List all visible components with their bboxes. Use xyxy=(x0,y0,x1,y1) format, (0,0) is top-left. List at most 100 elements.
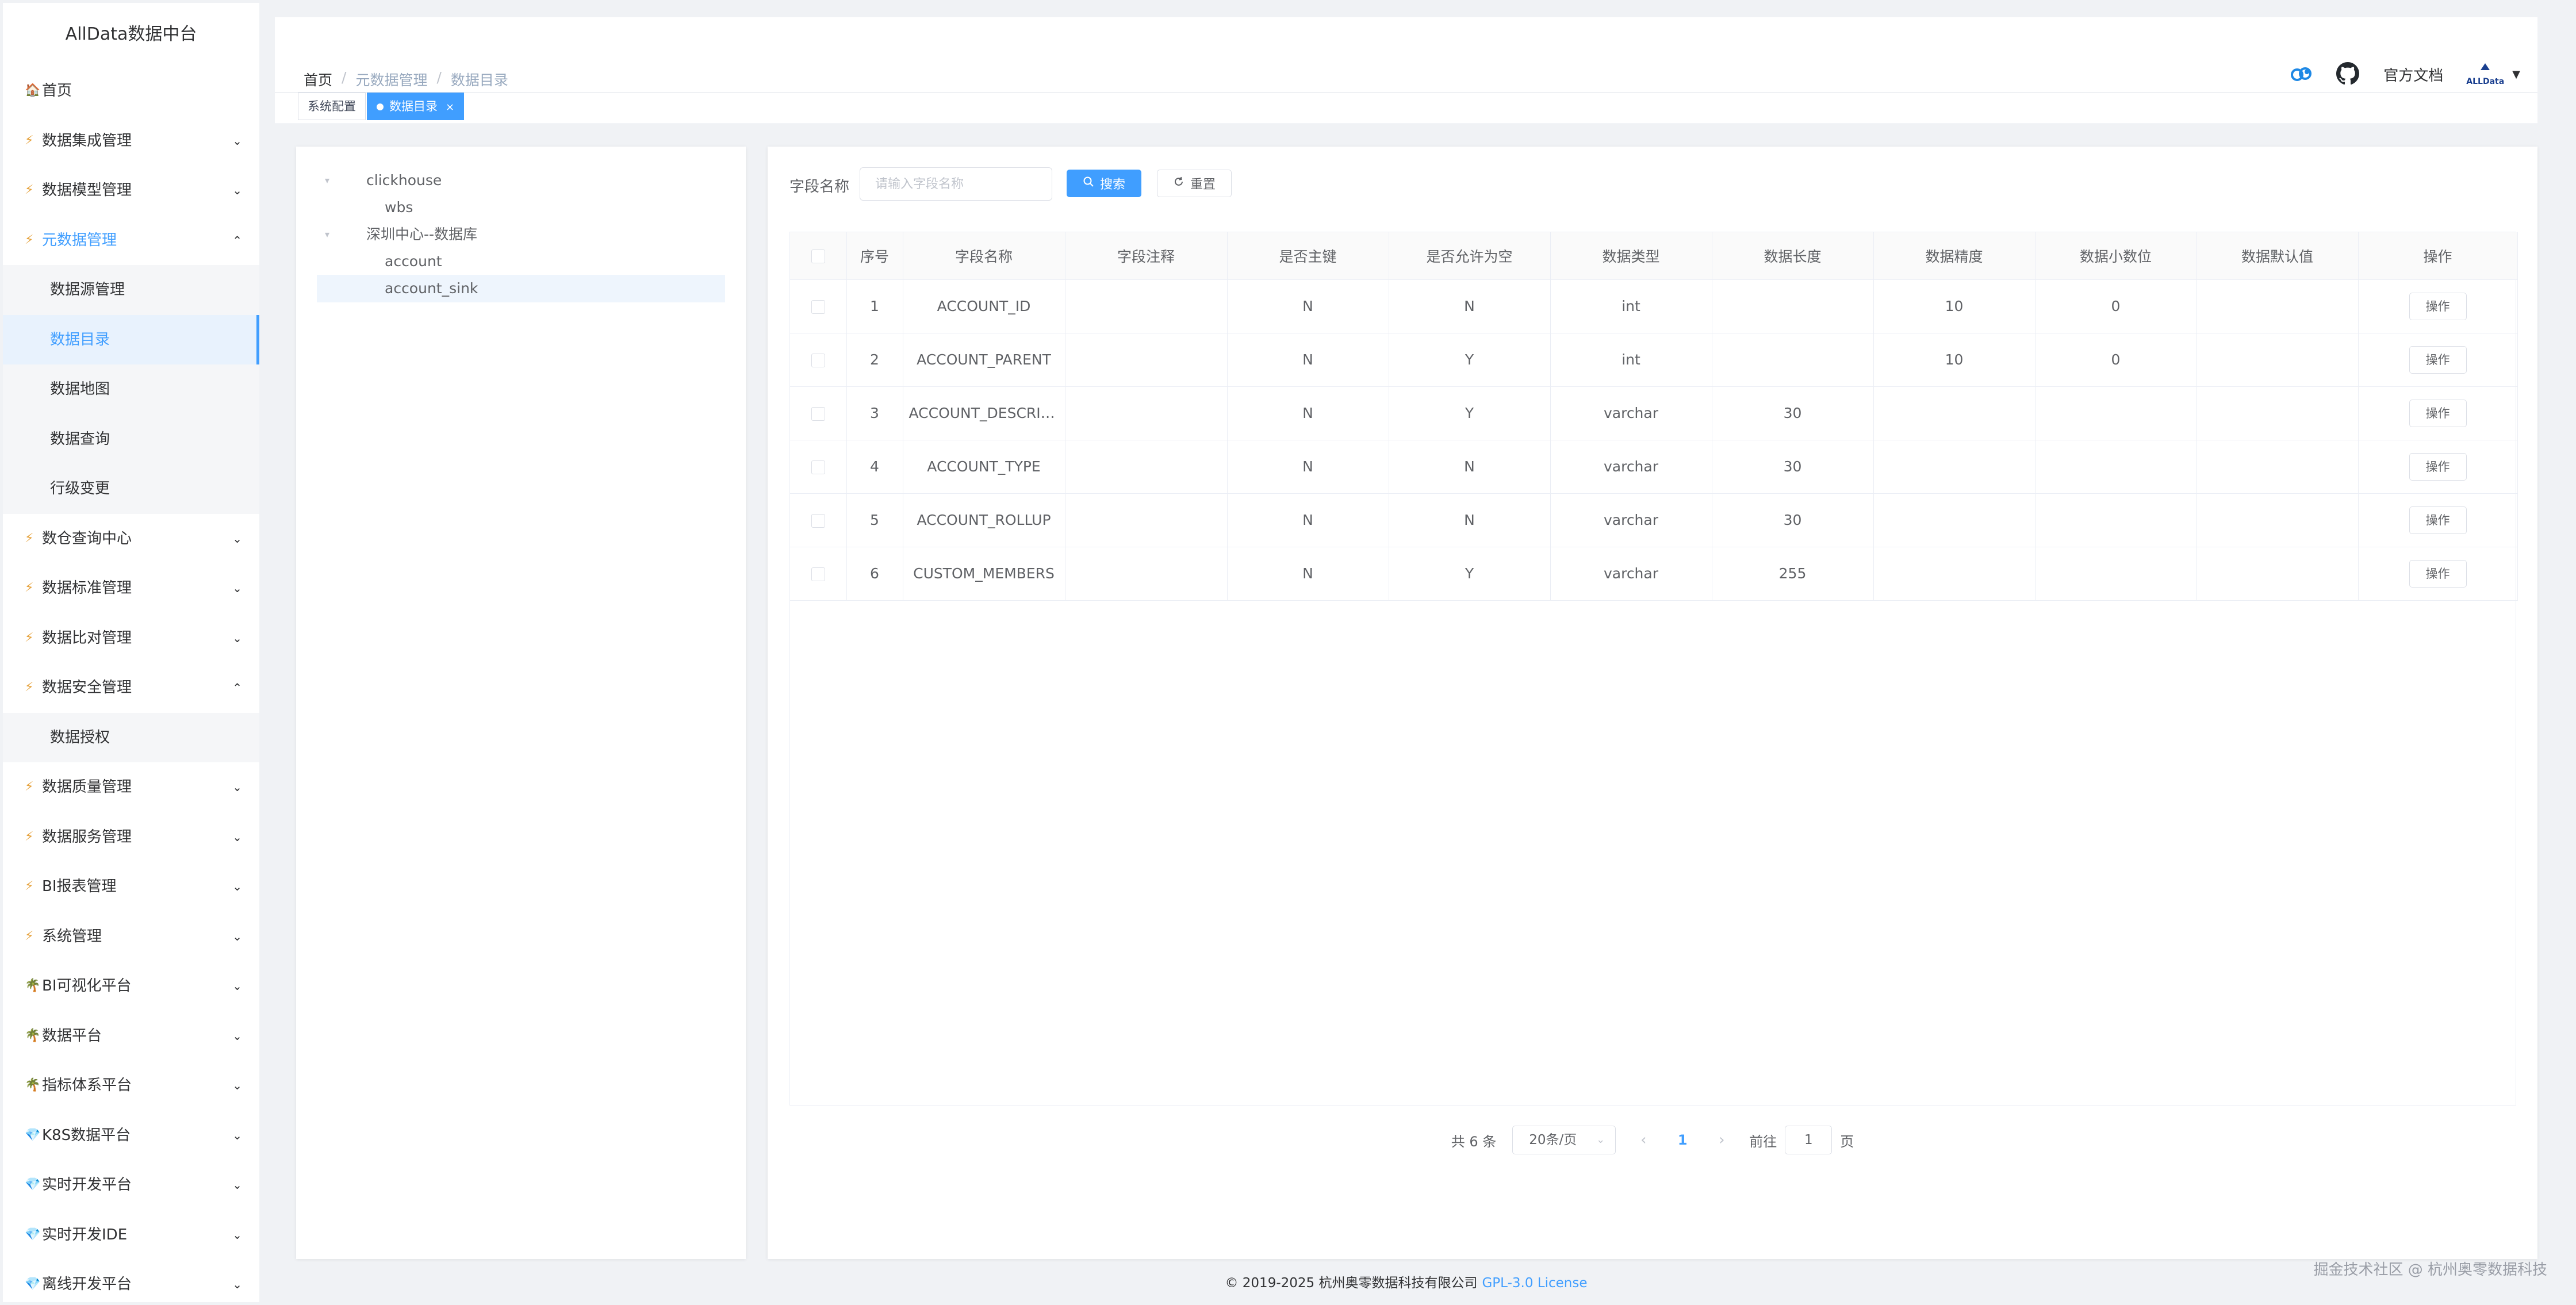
sidebar-item-18[interactable]: 💎 离线开发平台 ⌄ xyxy=(3,1260,259,1302)
bolt-icon: ⚡ xyxy=(25,232,34,247)
tree-node[interactable]: ▾ 深圳中心--数据库 xyxy=(317,221,725,248)
sidebar-item-2[interactable]: ⚡ 数据模型管理 ⌄ xyxy=(3,166,259,216)
prev-page-icon[interactable]: ‹ xyxy=(1632,1131,1655,1149)
table-cell xyxy=(2035,440,2197,494)
sidebar-item-7[interactable]: ⚡ 数据安全管理 ⌃ xyxy=(3,663,259,713)
sidebar-item-13[interactable]: 🌴 数据平台 ⌄ xyxy=(3,1011,259,1061)
page-number[interactable]: 1 xyxy=(1671,1132,1694,1148)
pagination: 共 6 条 20条/页 ⌄ ‹ 1 › 前往 页 xyxy=(768,1124,2537,1156)
gem-icon: 💎 xyxy=(25,1127,41,1142)
sidebar-item-label: 实时开发IDE xyxy=(42,1226,128,1243)
caret-down-icon[interactable]: ▾ xyxy=(325,167,329,194)
row-checkbox[interactable] xyxy=(811,300,825,314)
sidebar-subitem[interactable]: 行级变更 xyxy=(3,464,259,514)
breadcrumb-home[interactable]: 首页 xyxy=(304,69,332,90)
bolt-icon: ⚡ xyxy=(25,531,34,546)
row-checkbox[interactable] xyxy=(811,354,825,367)
sidebar-item-4[interactable]: ⚡ 数仓查询中心 ⌄ xyxy=(3,514,259,564)
home-icon: 🏠 xyxy=(25,83,41,98)
table-cell xyxy=(1873,493,2035,547)
github-icon[interactable] xyxy=(2336,62,2360,86)
link-icon[interactable] xyxy=(2289,62,2313,86)
row-action-button[interactable]: 操作 xyxy=(2409,559,2467,588)
sidebar-item-9[interactable]: ⚡ 数据服务管理 ⌄ xyxy=(3,812,259,862)
sidebar-subitem[interactable]: 数据目录 xyxy=(3,314,259,364)
row-checkbox[interactable] xyxy=(811,407,825,421)
row-action-button[interactable]: 操作 xyxy=(2409,399,2467,427)
row-action-button[interactable]: 操作 xyxy=(2409,506,2467,534)
caret-down-icon[interactable]: ▾ xyxy=(325,221,329,248)
sidebar-item-1[interactable]: ⚡ 数据集成管理 ⌄ xyxy=(3,116,259,166)
sidebar-item-label: 离线开发平台 xyxy=(42,1276,132,1293)
sidebar-item-0[interactable]: 🏠 首页 xyxy=(3,66,259,116)
field-list-panel: 字段名称 搜索 重置 序号字段名称字段注释是否主键是否允许为空数据类型数据长度数… xyxy=(768,147,2537,1259)
table-cell xyxy=(1065,493,1228,547)
bolt-icon: ⚡ xyxy=(25,780,34,794)
reset-button[interactable]: 重置 xyxy=(1157,170,1232,197)
sidebar-item-10[interactable]: ⚡ BI报表管理 ⌄ xyxy=(3,862,259,912)
tree-node[interactable]: account_sink xyxy=(317,275,725,302)
sidebar-item-15[interactable]: 💎 K8S数据平台 ⌄ xyxy=(3,1111,259,1161)
table-cell: N xyxy=(1227,440,1389,494)
table-row: 1 ACCOUNT_ID N Nint 10 0 操作 xyxy=(790,279,2518,333)
goto-page-input[interactable] xyxy=(1785,1126,1833,1154)
tree-node-label: account_sink xyxy=(385,280,478,297)
sidebar-item-11[interactable]: ⚡ 系统管理 ⌄ xyxy=(3,912,259,962)
table-cell: ACCOUNT_ID xyxy=(903,279,1065,333)
table-cell: 6 xyxy=(846,547,903,601)
tree-node[interactable]: wbs xyxy=(317,194,725,221)
chevron-down-icon: ⌄ xyxy=(232,979,242,993)
action-cell: 操作 xyxy=(2358,386,2518,440)
close-icon[interactable]: × xyxy=(446,101,454,113)
select-all-cell xyxy=(790,232,847,280)
search-button[interactable]: 搜索 xyxy=(1067,170,1141,197)
chevron-down-icon: ⌄ xyxy=(232,1078,242,1092)
row-checkbox[interactable] xyxy=(811,514,825,528)
user-dropdown[interactable]: ALLData ▼ xyxy=(2466,62,2520,86)
sidebar-item-6[interactable]: ⚡ 数据比对管理 ⌄ xyxy=(3,613,259,663)
sidebar-item-label: 首页 xyxy=(42,82,72,99)
tree-node[interactable]: account xyxy=(317,248,725,275)
table-cell xyxy=(2035,386,2197,440)
table-cell xyxy=(1065,333,1228,387)
breadcrumb-metadata[interactable]: 元数据管理 xyxy=(355,69,427,90)
sidebar-item-16[interactable]: 💎 实时开发平台 ⌄ xyxy=(3,1160,259,1210)
field-table-wrapper: 序号 字段名称 字段注释 是否主键 是否允许为空 数据类型 数据长度 数据精度 数据小数位 数据默… xyxy=(789,232,2518,1106)
field-table: 序号 字段名称 字段注释 是否主键 是否允许为空 数据类型 数据长度 数据精度 数据小数位 数据默… xyxy=(790,232,2518,601)
breadcrumb-current: 数据目录 xyxy=(450,72,508,89)
sidebar-item-label: 指标体系平台 xyxy=(42,1077,132,1094)
tag-system-config[interactable]: 系统配置 xyxy=(298,93,366,120)
row-checkbox[interactable] xyxy=(811,567,825,581)
sidebar-item-5[interactable]: ⚡ 数据标准管理 ⌄ xyxy=(3,563,259,613)
column-header: 数据精度 xyxy=(1873,232,2035,280)
row-checkbox[interactable] xyxy=(811,460,825,474)
column-header: 数据小数位 xyxy=(2035,232,2197,280)
gem-icon: 💎 xyxy=(25,1227,41,1242)
license-link[interactable]: GPL-3.0 License xyxy=(1482,1276,1587,1291)
sidebar-item-12[interactable]: 🌴 BI可视化平台 ⌄ xyxy=(3,961,259,1011)
table-cell: ACCOUNT_TYPE xyxy=(903,440,1065,494)
sidebar-subitem[interactable]: 数据查询 xyxy=(3,414,259,465)
next-page-icon[interactable]: › xyxy=(1710,1131,1733,1149)
sidebar-subitem[interactable]: 数据地图 xyxy=(3,364,259,414)
column-header: 是否主键 xyxy=(1227,232,1389,280)
column-header: 序号 xyxy=(846,232,903,280)
sidebar-item-8[interactable]: ⚡ 数据质量管理 ⌄ xyxy=(3,762,259,812)
table-cell: int xyxy=(1550,333,1712,387)
column-header: 字段名称 xyxy=(903,232,1065,280)
page-size-select[interactable]: 20条/页 ⌄ xyxy=(1512,1126,1616,1154)
row-action-button[interactable]: 操作 xyxy=(2409,292,2467,320)
sidebar-subitem[interactable]: 数据授权 xyxy=(3,713,259,763)
tree-node[interactable]: ▾ clickhouse xyxy=(317,167,725,194)
table-cell: 30 xyxy=(1712,440,1874,494)
field-name-input[interactable] xyxy=(860,167,1052,201)
sidebar-item-3[interactable]: ⚡ 元数据管理 ⌃ xyxy=(3,216,259,266)
sidebar-subitem[interactable]: 数据源管理 xyxy=(3,265,259,315)
sidebar-item-14[interactable]: 🌴 指标体系平台 ⌄ xyxy=(3,1061,259,1111)
sidebar-item-17[interactable]: 💎 实时开发IDE ⌄ xyxy=(3,1210,259,1260)
row-action-button[interactable]: 操作 xyxy=(2409,452,2467,481)
tag-data-catalog[interactable]: 数据目录 × xyxy=(367,93,465,120)
docs-link[interactable]: 官方文档 xyxy=(2383,64,2443,85)
row-action-button[interactable]: 操作 xyxy=(2409,346,2467,374)
select-all-checkbox[interactable] xyxy=(811,250,825,264)
